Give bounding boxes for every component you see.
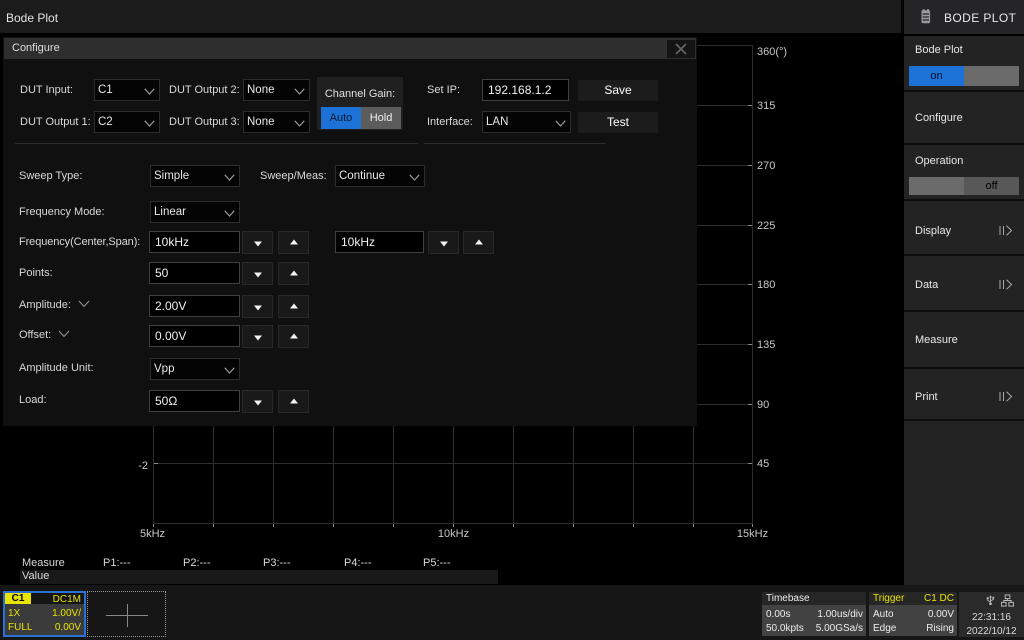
svg-text:45: 45 xyxy=(757,458,769,470)
svg-text:270: 270 xyxy=(757,160,775,172)
svg-text:15kHz: 15kHz xyxy=(737,528,768,540)
svg-text:-2: -2 xyxy=(138,460,148,472)
svg-text:135: 135 xyxy=(757,339,775,351)
svg-text:10kHz: 10kHz xyxy=(438,528,469,540)
svg-text:315: 315 xyxy=(757,100,775,112)
svg-text:180: 180 xyxy=(757,279,775,291)
svg-text:225: 225 xyxy=(757,220,775,232)
svg-text:360(°): 360(°) xyxy=(757,46,787,58)
svg-text:5kHz: 5kHz xyxy=(140,528,165,540)
svg-text:90: 90 xyxy=(757,399,769,411)
